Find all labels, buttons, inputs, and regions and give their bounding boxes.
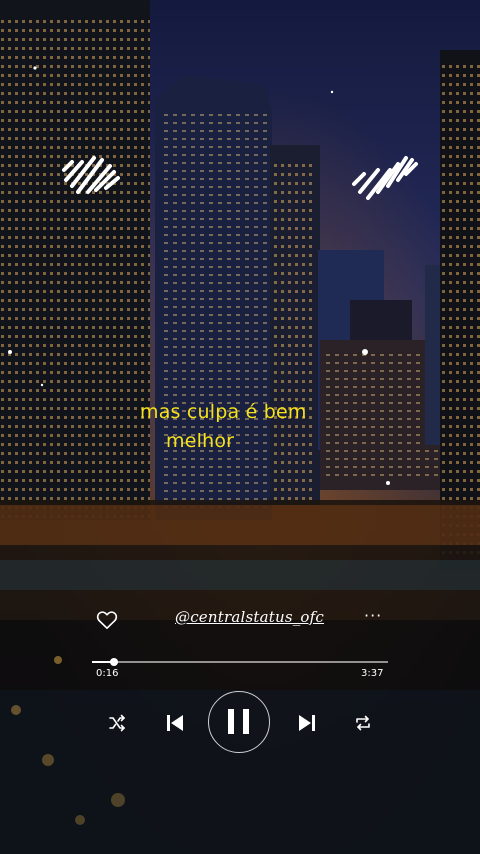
pause-icon — [228, 709, 249, 734]
repeat-icon[interactable] — [353, 713, 373, 733]
previous-icon[interactable] — [164, 712, 186, 734]
artist-handle-link[interactable]: @centralstatus_ofc — [175, 608, 324, 626]
lyrics-text: mas culpa é bem melhor — [140, 398, 307, 456]
sound-wave-icon — [62, 156, 120, 194]
lyrics-line-1: mas culpa é bem — [140, 401, 307, 423]
shuffle-icon[interactable] — [108, 714, 126, 732]
current-time: 0:16 — [96, 668, 119, 679]
duration-time: 3:37 — [361, 668, 384, 679]
heart-icon[interactable] — [96, 610, 118, 630]
more-icon[interactable]: ··· — [364, 606, 382, 625]
lyrics-line-2: melhor — [166, 430, 235, 452]
next-icon[interactable] — [296, 712, 318, 734]
sound-wave-icon — [352, 156, 418, 200]
progress-handle[interactable] — [110, 658, 118, 666]
play-pause-button[interactable] — [208, 691, 270, 753]
progress-bar[interactable] — [92, 658, 388, 666]
